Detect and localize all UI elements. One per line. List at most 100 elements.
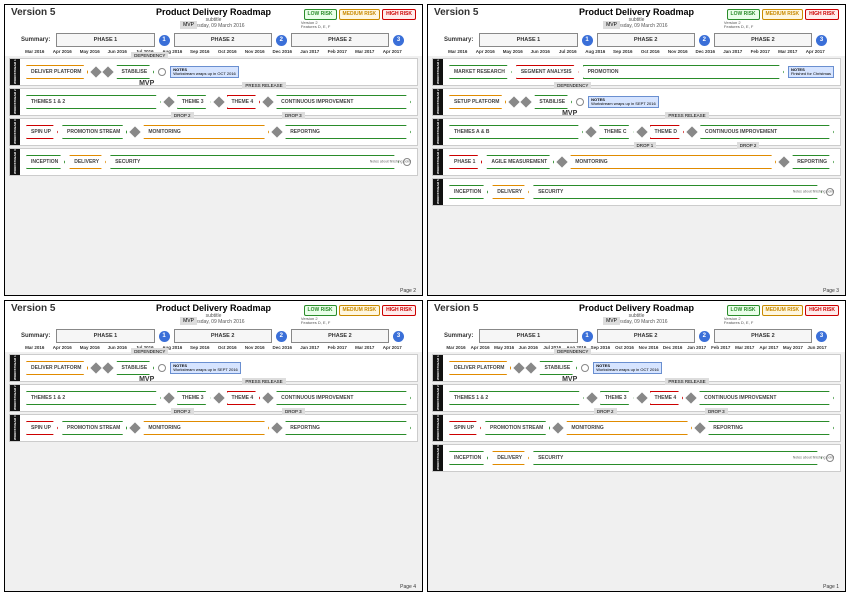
- month-label: May 2016: [76, 345, 104, 350]
- month-label: Jun 2017: [805, 345, 829, 350]
- note-body: Finished for Christmas: [791, 71, 831, 76]
- risk-high: HIGH RISK: [805, 9, 839, 20]
- workstream-row: WORKSTREAM 5INCEPTIONDELIVERYSECURITYNot…: [432, 178, 841, 206]
- page-number: Page 4: [400, 584, 416, 590]
- mvp-marker: MVP: [180, 317, 197, 325]
- risk-legend: LOW RISK MEDIUM RISK HIGH RISK: [727, 305, 839, 316]
- diamond-icon: [103, 362, 114, 373]
- activity-arrow: SECURITY: [110, 155, 399, 169]
- month-label: Feb 2017: [324, 49, 352, 54]
- note-box: NOTESFinished for Christmas: [788, 66, 834, 79]
- diamond-icon: [553, 422, 564, 433]
- workstream-body: DROP 2DROP 3SPIN UPPROMOTION STREAMMONIT…: [443, 415, 840, 441]
- phase-2b: PHASE 2: [291, 329, 389, 343]
- feature-marker: Version 2Features D, E, F: [301, 21, 330, 29]
- press-release-marker: PRESS RELEASE: [242, 82, 285, 89]
- activity-arrow: SEGMENT ANALYSIS: [516, 65, 579, 79]
- note-body: Workstream wraps up in SEPT 2016: [173, 367, 238, 372]
- month-label: Mar 2016: [21, 345, 49, 350]
- milestone-2-icon: 2: [276, 35, 287, 46]
- risk-medium: MEDIUM RISK: [762, 9, 804, 20]
- milestone-1-icon: 1: [582, 35, 593, 46]
- panel-header: Version 5 Product Delivery Roadmap subti…: [5, 5, 422, 31]
- diamond-icon: [213, 392, 224, 403]
- risk-legend: LOW RISK MEDIUM RISK HIGH RISK: [304, 305, 416, 316]
- month-label: May 2016: [499, 49, 527, 54]
- mvp-marker: MVP: [180, 21, 197, 29]
- workstream-label: WORKSTREAM 1: [433, 59, 443, 85]
- workstream-label: WORKSTREAM 1: [433, 355, 443, 381]
- month-label: May 2017: [781, 345, 805, 350]
- workstream-label: WORKSTREAM 1: [10, 59, 20, 85]
- month-label: Sep 2016: [186, 345, 214, 350]
- diamond-icon: [586, 392, 597, 403]
- activity-arrow: CONTINUOUS IMPROVEMENT: [700, 125, 834, 139]
- diamond-icon: [163, 392, 174, 403]
- month-label: Jan 2017: [296, 345, 324, 350]
- press-release-marker: PRESS RELEASE: [242, 378, 285, 385]
- diamond-icon: [213, 96, 224, 107]
- month-label: Jun 2016: [104, 345, 132, 350]
- activity-arrow: PHASE 1: [449, 155, 482, 169]
- phase-1: PHASE 1: [56, 329, 154, 343]
- month-label: Mar 2016: [444, 345, 468, 350]
- version-label: Version 5: [434, 303, 478, 314]
- version-label: Version 5: [11, 303, 55, 314]
- phase-1: PHASE 1: [479, 33, 577, 47]
- workstream-row: WORKSTREAM 4INCEPTIONDELIVERYSECURITYNot…: [9, 148, 418, 176]
- month-label: Nov 2016: [241, 345, 269, 350]
- diamond-icon: [263, 96, 274, 107]
- title-box: Product Delivery Roadmap subtitle Wednes…: [156, 7, 271, 29]
- date: Wednesday, 09 March 2016: [579, 23, 694, 29]
- drop-marker: DROP 3: [282, 112, 305, 119]
- activity-arrow: MONITORING: [143, 421, 269, 435]
- diamond-icon: [509, 96, 520, 107]
- activity-arrow: PROMOTION STREAM: [485, 421, 550, 435]
- month-label: May 2016: [492, 345, 516, 350]
- diamond-icon: [103, 66, 114, 77]
- workstream-label: WORKSTREAM 3: [433, 119, 443, 145]
- workstream-body: MVPPRESS RELEASETHEMES 1 & 2THEME 3THEME…: [443, 385, 840, 411]
- activity-arrow: DELIVER PLATFORM: [449, 361, 511, 375]
- mvp-label: MVP: [139, 376, 154, 383]
- activity-arrow: DELIVERY: [492, 185, 529, 199]
- activity-arrow: SECURITY: [533, 185, 822, 199]
- activity-arrow: CONTINUOUS IMPROVEMENT: [276, 95, 411, 109]
- workstreams: WORKSTREAM 1DEPENDENCYDELIVER PLATFORMST…: [428, 352, 845, 591]
- month-label: Dec 2016: [661, 345, 685, 350]
- diamond-icon: [636, 392, 647, 403]
- month-label: Nov 2016: [637, 345, 661, 350]
- workstream-body: DROP 1DROP 2PHASE 1AGILE MEASUREMENTMONI…: [443, 149, 840, 175]
- feature-marker: Version 2Features D, E, F: [724, 317, 753, 325]
- summary-row: MVP Version 2Features D, E, F Summary: P…: [5, 327, 422, 345]
- milestone-2-icon: 2: [699, 35, 710, 46]
- activity-arrow: MONITORING: [570, 155, 776, 169]
- diamond-icon: [686, 392, 697, 403]
- workstream-label: WORKSTREAM 1: [10, 355, 20, 381]
- risk-medium: MEDIUM RISK: [339, 9, 381, 20]
- milestone-1-icon: 1: [159, 331, 170, 342]
- month-label: Mar 2017: [733, 345, 757, 350]
- diamond-icon: [514, 362, 525, 373]
- activity-arrow: DELIVERY: [492, 451, 529, 465]
- workstreams: WORKSTREAM 1DEPENDENCYDELIVER PLATFORMST…: [5, 56, 422, 295]
- activity-arrow: STABILISE: [116, 65, 154, 79]
- workstream-row: WORKSTREAM 2DEPENDENCYSETUP PLATFORMSTAB…: [432, 88, 841, 116]
- month-label: Jun 2016: [527, 49, 555, 54]
- workstream-row: WORKSTREAM 1DEPENDENCYDELIVER PLATFORMST…: [9, 354, 418, 382]
- activity-arrow: THEMES A & B: [449, 125, 583, 139]
- workstream-body: DROP 2DROP 3SPIN UPPROMOTION STREAMMONIT…: [20, 415, 417, 441]
- roadmap-panel: Version 5 Product Delivery Roadmap subti…: [4, 4, 423, 296]
- diamond-icon: [91, 362, 102, 373]
- workstream-row: WORKSTREAM 2MVPPRESS RELEASETHEMES 1 & 2…: [9, 384, 418, 412]
- activity-arrow: CONTINUOUS IMPROVEMENT: [699, 391, 834, 405]
- roadmap-panel: Version 5 Product Delivery Roadmap subti…: [4, 300, 423, 592]
- activity-arrow: DELIVER PLATFORM: [26, 65, 88, 79]
- workstream-body: DROP 2DROP 3SPIN UPPROMOTION STREAMMONIT…: [20, 119, 417, 145]
- month-label: Nov 2016: [664, 49, 692, 54]
- month-label: Jan 2017: [719, 49, 747, 54]
- activity-arrow: REPORTING: [285, 421, 411, 435]
- diamond-icon: [686, 126, 697, 137]
- month-label: Sep 2016: [588, 345, 612, 350]
- diamond-icon: [263, 392, 274, 403]
